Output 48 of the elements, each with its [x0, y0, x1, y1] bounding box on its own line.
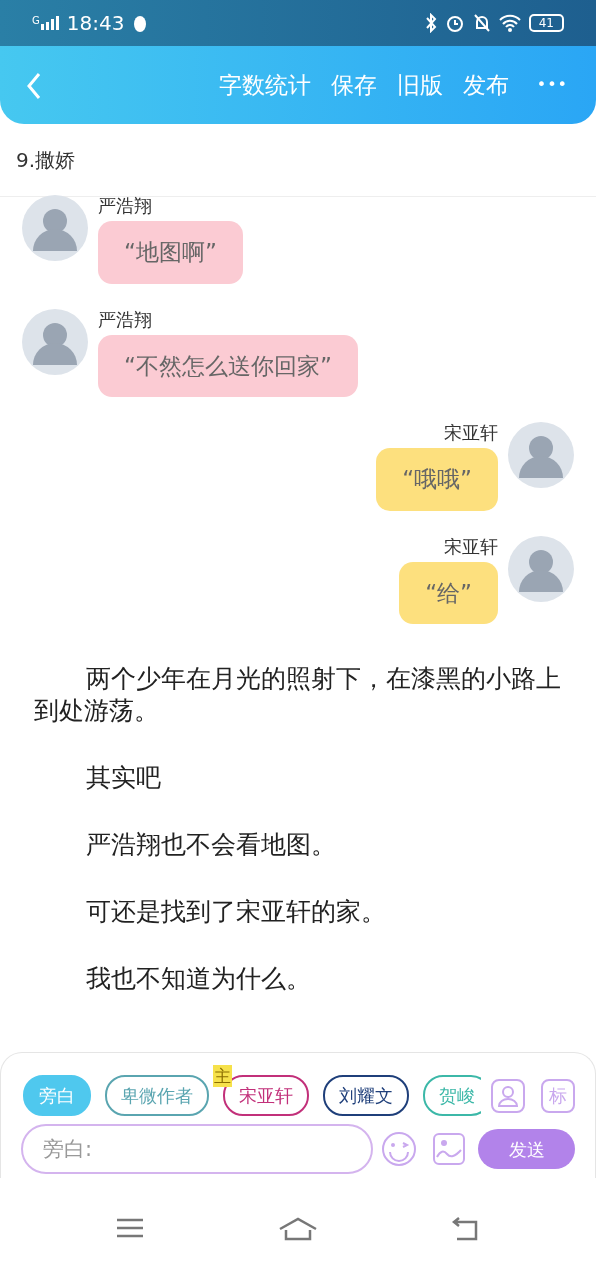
status-time: 18:43 [66, 10, 125, 37]
story-paragraph: 两个少年在月光的照射下，在漆黑的小路上到处游荡。 [34, 663, 562, 727]
back-icon [26, 72, 42, 101]
avatar-icon [508, 422, 574, 488]
message-bubble: “给” [399, 561, 498, 624]
story-paragraph: 可还是找到了宋亚轩的家。 [85, 896, 387, 928]
header-action[interactable]: 发布 [456, 67, 515, 103]
character-chip[interactable]: 旁白 [23, 1075, 91, 1116]
message-bubble: “哦哦” [376, 448, 498, 511]
home-icon [278, 1216, 318, 1242]
bluetooth-icon [424, 13, 437, 33]
smiley-icon [381, 1131, 417, 1167]
network-type-label: G [32, 16, 40, 26]
header-action[interactable]: 字数统计 [212, 67, 317, 103]
nav-home-button[interactable] [278, 1216, 318, 1242]
image-button[interactable] [433, 1133, 465, 1165]
message-bubble: “地图啊” [98, 221, 243, 284]
signal-icon [40, 16, 59, 30]
alarm-icon [444, 13, 465, 33]
header-action[interactable]: 保存 [324, 67, 383, 103]
avatar-icon [22, 195, 88, 261]
story-paragraph: 其实吧 [85, 762, 162, 794]
person-icon [497, 1083, 519, 1108]
character-button[interactable] [491, 1078, 525, 1113]
battery-indicator: 41 [528, 14, 564, 32]
speaker-name: 严浩翔 [98, 195, 152, 217]
tag-button[interactable]: 标 [541, 1078, 575, 1113]
message-bubble: “不然怎么送你回家” [98, 334, 358, 397]
story-paragraph: 我也不知道为什么。 [85, 963, 312, 995]
story-paragraph: 严浩翔也不会看地图。 [85, 829, 337, 861]
speaker-name: 宋亚轩 [444, 535, 498, 558]
image-icon [433, 1133, 465, 1165]
input-field[interactable]: 旁白: [21, 1124, 373, 1174]
character-chip[interactable]: 刘耀文 [323, 1075, 409, 1116]
bell-off-icon [472, 13, 491, 33]
send-button[interactable]: 发送 [478, 1129, 575, 1169]
avatar-icon [508, 535, 574, 602]
character-chip[interactable]: 贺峻 [423, 1075, 481, 1116]
chapter-title: 9.撒娇 [16, 147, 76, 174]
lead-role-badge: 主 [213, 1065, 232, 1087]
character-chip[interactable]: 卑微作者 [105, 1075, 209, 1116]
emoji-button[interactable] [381, 1131, 417, 1167]
avatar-icon [22, 308, 88, 375]
speaker-name: 宋亚轩 [444, 422, 498, 444]
more-button[interactable]: ••• [530, 73, 574, 97]
speaker-name: 严浩翔 [98, 308, 152, 331]
header-action[interactable]: 旧版 [390, 67, 449, 103]
wifi-icon [498, 14, 521, 32]
